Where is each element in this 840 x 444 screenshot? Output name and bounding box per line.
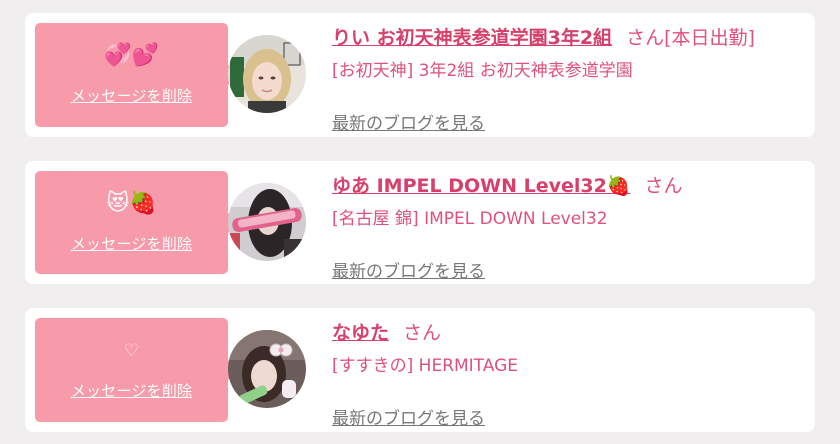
message-card: 💞💕 メッセージを削除 りい お初天神表参道学園3年2組 さん[本日出勤] [お初 [25, 13, 815, 137]
latest-blog-link[interactable]: 最新のブログを見る [332, 109, 485, 134]
message-info: りい お初天神表参道学園3年2組 さん[本日出勤] [お初天神] 3年2組 お初天… [332, 23, 805, 134]
message-info: ゆあ IMPEL DOWN Level32🍓 さん [名古屋 錦] IMPEL D… [332, 171, 805, 282]
avatar-photo [228, 35, 306, 113]
cast-name-link[interactable]: りい お初天神表参道学園3年2組 [332, 27, 612, 49]
message-text: 😻🍓 [106, 191, 157, 216]
name-line: ゆあ IMPEL DOWN Level32🍓 さん [332, 171, 805, 201]
latest-blog-link[interactable]: 最新のブログを見る [332, 257, 485, 282]
name-line: りい お初天神表参道学園3年2組 さん[本日出勤] [332, 23, 805, 53]
cast-name-link[interactable]: ゆあ IMPEL DOWN Level32🍓 [332, 175, 631, 197]
message-bubble: 💞💕 メッセージを削除 [35, 23, 238, 127]
shop-info: [すすきの] HERMITAGE [332, 356, 518, 376]
cast-name-link[interactable]: なゆた [332, 322, 389, 344]
delete-message-link[interactable]: メッセージを削除 [35, 380, 228, 401]
message-text: ♡ [123, 341, 140, 361]
message-card: ♡ メッセージを削除 なゆた さん [すすきの] HERMITAGE 最新のブログ… [25, 308, 815, 432]
message-bubble: 😻🍓 メッセージを削除 [35, 171, 238, 274]
message-bubble: ♡ メッセージを削除 [35, 318, 238, 422]
honorific: さん [644, 175, 683, 197]
delete-message-link[interactable]: メッセージを削除 [35, 85, 228, 106]
honorific: さん [626, 27, 665, 49]
message-text: 💞💕 [104, 43, 159, 68]
name-line: なゆた さん [332, 318, 805, 348]
avatar-photo [228, 330, 306, 408]
avatar[interactable] [228, 183, 306, 261]
delete-message-link[interactable]: メッセージを削除 [35, 233, 228, 254]
avatar-photo [228, 183, 306, 261]
avatar[interactable] [228, 330, 306, 408]
avatar[interactable] [228, 35, 306, 113]
shop-info: [名古屋 錦] IMPEL DOWN Level32 [332, 209, 608, 229]
message-list: 💞💕 メッセージを削除 りい お初天神表参道学園3年2組 さん[本日出勤] [お初 [0, 0, 840, 444]
latest-blog-link[interactable]: 最新のブログを見る [332, 404, 485, 429]
status-badge: [本日出勤] [664, 27, 755, 49]
message-info: なゆた さん [すすきの] HERMITAGE 最新のブログを見る [332, 318, 805, 429]
message-card: 😻🍓 メッセージを削除 ゆあ IMPEL DOWN Level32🍓 さん [名古… [25, 161, 815, 284]
shop-info: [お初天神] 3年2組 お初天神表参道学園 [332, 61, 633, 81]
honorific: さん [403, 322, 442, 344]
